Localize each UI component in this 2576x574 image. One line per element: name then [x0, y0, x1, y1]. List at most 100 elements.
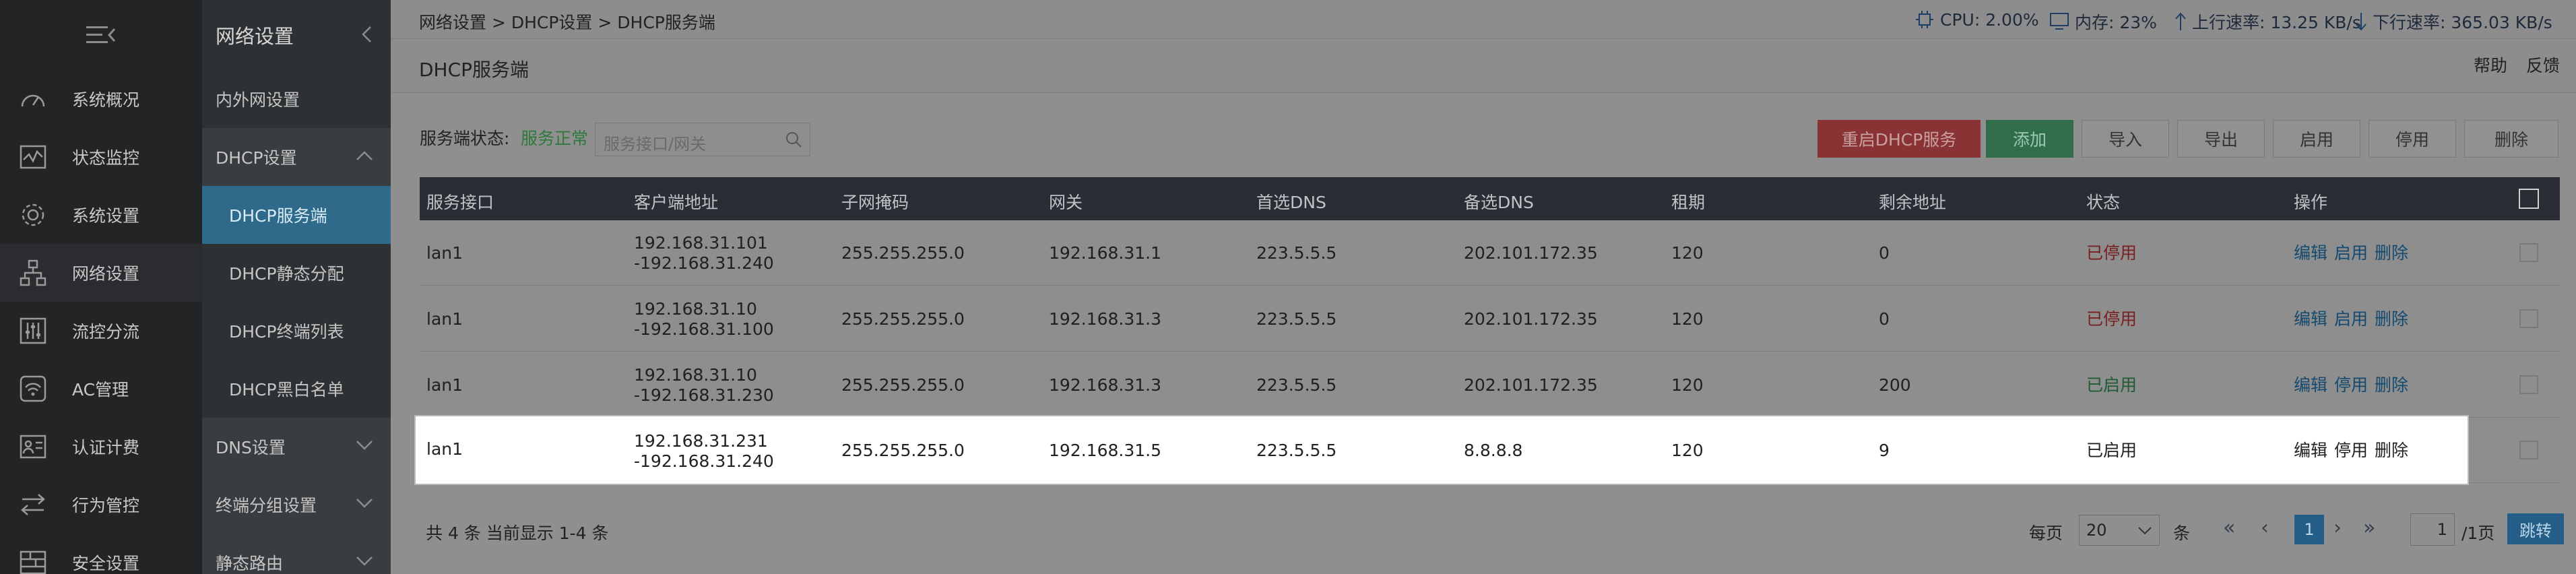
range-end: -192.168.31.240 — [634, 253, 774, 273]
sidebar-item-overview[interactable]: 系统概况 — [0, 70, 202, 128]
import-button[interactable]: 导入 — [2082, 120, 2169, 158]
subnav-item-dhcp-blackwhite[interactable]: DHCP黑白名单 — [202, 360, 391, 418]
subnav-group-static-routes[interactable]: 静态路由 — [202, 534, 391, 574]
enable-button[interactable]: 启用 — [2273, 120, 2360, 158]
memory-status: 内存: 23% — [2049, 9, 2157, 34]
delete-button[interactable]: 删除 — [2464, 120, 2558, 158]
first-page-icon[interactable]: « — [2223, 516, 2235, 540]
delete-link[interactable]: 删除 — [2375, 309, 2408, 329]
total-pages: /1页 — [2461, 523, 2495, 543]
sidebar-item-system-settings[interactable]: 系统设置 — [0, 186, 202, 244]
disable-link[interactable]: 停用 — [2334, 375, 2368, 395]
page-title: DHCP服务端 — [419, 59, 529, 81]
edit-link[interactable]: 编辑 — [2294, 375, 2327, 395]
subnav-title: 网络设置 — [202, 0, 391, 70]
cell-gateway: 192.168.31.1 — [1049, 243, 1161, 263]
sidebar-item-monitor[interactable]: 状态监控 — [0, 128, 202, 186]
restart-dhcp-button[interactable]: 重启DHCP服务 — [1817, 120, 1981, 158]
chevron-left-icon[interactable] — [361, 26, 372, 43]
menu-collapse-icon — [86, 26, 116, 43]
chevron-down-icon — [356, 556, 373, 566]
disable-link[interactable]: 停用 — [2334, 441, 2368, 461]
page-header: DHCP服务端 帮助 反馈 — [391, 39, 2576, 93]
subnav-item-dhcp-clients[interactable]: DHCP终端列表 — [202, 302, 391, 360]
table-row-highlighted: lan1 192.168.31.231 -192.168.31.240 255.2… — [414, 415, 2469, 485]
arrow-down-icon — [2356, 13, 2366, 31]
search-icon[interactable] — [784, 130, 803, 149]
row-checkbox[interactable] — [2519, 309, 2538, 328]
table-header: 服务接口 客户端地址 子网掩码 网关 首选DNS 备选DNS 租期 剩余地址 状… — [420, 177, 2560, 220]
table-row: lan1 192.168.31.10 -192.168.31.100 255.25… — [420, 286, 2560, 352]
row-checkbox[interactable] — [2519, 375, 2538, 394]
cell-primary-dns: 223.5.5.5 — [1256, 243, 1337, 263]
add-button[interactable]: 添加 — [1986, 120, 2073, 158]
row-checkbox[interactable] — [2519, 441, 2538, 459]
subnav-item-dhcp-static[interactable]: DHCP静态分配 — [202, 244, 391, 302]
sidebar-item-behavior-control[interactable]: 行为管控 — [0, 476, 202, 534]
jump-button[interactable]: 跳转 — [2507, 513, 2564, 544]
cell-interface: lan1 — [426, 375, 463, 395]
edit-link[interactable]: 编辑 — [2294, 243, 2327, 263]
cell-mask: 255.255.255.0 — [841, 243, 965, 263]
page-size-select[interactable]: 20 — [2079, 515, 2160, 546]
jump-page-input[interactable]: 1 — [2410, 513, 2455, 546]
feedback-link[interactable]: 反馈 — [2526, 53, 2560, 77]
delete-link[interactable]: 删除 — [2375, 243, 2408, 263]
sliders-icon — [18, 315, 49, 346]
search-input[interactable]: 服务接口/网关 — [595, 123, 810, 156]
cell-primary-dns: 223.5.5.5 — [1256, 441, 1337, 460]
help-link[interactable]: 帮助 — [2474, 53, 2507, 77]
collapse-menu-button[interactable] — [0, 0, 202, 70]
record-summary: 共 4 条 当前显示 1-4 条 — [426, 523, 609, 543]
range-start: 192.168.31.10 — [634, 299, 757, 319]
range-end: -192.168.31.240 — [634, 451, 774, 471]
subnav-item-dhcp-server[interactable]: DHCP服务端 — [202, 186, 391, 244]
cell-secondary-dns: 202.101.172.35 — [1464, 309, 1598, 329]
enable-link[interactable]: 启用 — [2334, 309, 2368, 329]
status-badge: 已停用 — [2086, 243, 2137, 263]
cell-primary-dns: 223.5.5.5 — [1256, 309, 1337, 329]
col-secondary-dns: 备选DNS — [1464, 193, 1534, 212]
next-page-icon[interactable]: › — [2333, 516, 2342, 540]
status-badge: 已启用 — [2086, 375, 2137, 395]
edit-link[interactable]: 编辑 — [2294, 441, 2327, 461]
chart-monitor-icon — [18, 141, 49, 172]
cell-gateway: 192.168.31.3 — [1049, 375, 1161, 395]
delete-link[interactable]: 删除 — [2375, 375, 2408, 395]
edit-link[interactable]: 编辑 — [2294, 309, 2327, 329]
status-badge: 已启用 — [2086, 441, 2137, 460]
cell-interface: lan1 — [426, 309, 463, 329]
chevron-up-icon — [356, 151, 373, 160]
wifi-icon — [18, 373, 49, 404]
col-gateway: 网关 — [1049, 193, 1083, 212]
col-status: 状态 — [2086, 193, 2121, 212]
range-end: -192.168.31.100 — [634, 319, 774, 339]
export-button[interactable]: 导出 — [2177, 120, 2265, 158]
cell-remaining: 200 — [1879, 375, 1911, 395]
disable-button[interactable]: 停用 — [2369, 120, 2456, 158]
current-page-button[interactable]: 1 — [2294, 515, 2324, 544]
select-all-checkbox[interactable] — [2519, 189, 2539, 209]
delete-link[interactable]: 删除 — [2375, 441, 2408, 461]
cell-client-range: 192.168.31.10 -192.168.31.100 — [634, 299, 774, 340]
gauge-icon — [18, 84, 49, 115]
sidebar-item-auth-billing[interactable]: 认证计费 — [0, 418, 202, 476]
row-checkbox[interactable] — [2519, 243, 2538, 262]
subnav-group-dns[interactable]: DNS设置 — [202, 418, 391, 476]
prev-page-icon[interactable]: ‹ — [2261, 516, 2269, 540]
secondary-sidebar: 网络设置 内外网设置 DHCP设置 DHCP服务端 DHCP静态分配 DHCP终… — [202, 0, 391, 574]
sidebar-item-network-settings[interactable]: 网络设置 — [0, 244, 202, 302]
cell-client-range: 192.168.31.231 -192.168.31.240 — [634, 431, 774, 472]
sidebar-item-security[interactable]: 安全设置 — [0, 534, 202, 574]
subnav-item-lan-wan[interactable]: 内外网设置 — [202, 70, 391, 128]
col-client-range: 客户端地址 — [634, 193, 719, 212]
cell-lease: 120 — [1671, 309, 1704, 329]
cell-remaining: 0 — [1879, 243, 1890, 263]
last-page-icon[interactable]: » — [2363, 516, 2375, 540]
sidebar-item-ac-management[interactable]: AC管理 — [0, 360, 202, 418]
enable-link[interactable]: 启用 — [2334, 243, 2368, 263]
subnav-group-dhcp[interactable]: DHCP设置 — [202, 128, 391, 186]
sidebar-item-flow-control[interactable]: 流控分流 — [0, 302, 202, 360]
cell-mask: 255.255.255.0 — [841, 309, 965, 329]
subnav-group-terminal-groups[interactable]: 终端分组设置 — [202, 476, 391, 534]
